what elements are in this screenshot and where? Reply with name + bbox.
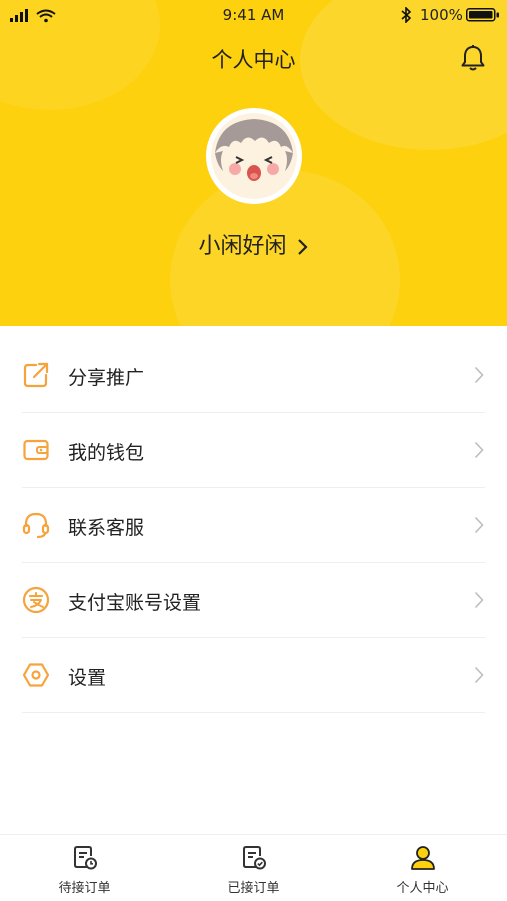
avatar[interactable] [206, 108, 302, 204]
settings-icon [22, 663, 50, 687]
share-icon [23, 362, 49, 388]
menu-item-share[interactable]: 分享推广 [0, 338, 507, 413]
status-bar: 9:41 AM 100% [0, 0, 507, 28]
profile-icon [411, 846, 435, 870]
battery-percent: 100% [420, 6, 463, 24]
avatar-face-icon [211, 113, 297, 199]
alipay-icon [22, 586, 50, 614]
accepted-orders-icon [243, 846, 266, 870]
bluetooth-icon [401, 7, 412, 23]
menu-item-label: 设置 [68, 667, 107, 689]
chevron-right-icon [474, 516, 484, 534]
tab-bar: 待接订单 已接订单 个人中心 [0, 834, 507, 901]
divider [22, 712, 485, 713]
menu-item-label: 分享推广 [68, 367, 145, 389]
chevron-right-icon [474, 366, 484, 384]
menu-item-label: 支付宝账号设置 [68, 592, 202, 614]
menu-item-wallet[interactable]: 我的钱包 [0, 413, 507, 488]
menu-item-alipay-settings[interactable]: 支付宝账号设置 [0, 563, 507, 638]
pending-orders-icon [74, 846, 97, 870]
tab-label: 待接订单 [58, 881, 111, 896]
menu-list: 分享推广 我的钱包 联系客服 支付宝账号设置 设置 [0, 338, 507, 713]
chevron-right-icon [297, 239, 308, 255]
tab-profile[interactable]: 个人中心 [338, 835, 507, 901]
username-link[interactable]: 小闲好闲 [0, 228, 507, 260]
chevron-right-icon [474, 441, 484, 459]
battery-icon [466, 8, 499, 22]
tab-label: 已接订单 [227, 881, 280, 896]
menu-item-label: 联系客服 [68, 517, 145, 539]
menu-item-settings[interactable]: 设置 [0, 638, 507, 713]
bell-icon[interactable] [460, 44, 486, 72]
tab-label: 个人中心 [396, 881, 449, 896]
chevron-right-icon [474, 666, 484, 684]
page-title: 个人中心 [211, 48, 296, 72]
menu-item-customer-service[interactable]: 联系客服 [0, 488, 507, 563]
tab-pending-orders[interactable]: 待接订单 [0, 835, 169, 901]
chevron-right-icon [474, 591, 484, 609]
headset-icon [22, 512, 50, 539]
wallet-icon [23, 439, 49, 461]
menu-item-label: 我的钱包 [68, 442, 145, 464]
profile-header: 9:41 AM 100% 个人中心 小闲好闲 [0, 0, 507, 326]
tab-accepted-orders[interactable]: 已接订单 [169, 835, 338, 901]
username: 小闲好闲 [198, 234, 287, 259]
